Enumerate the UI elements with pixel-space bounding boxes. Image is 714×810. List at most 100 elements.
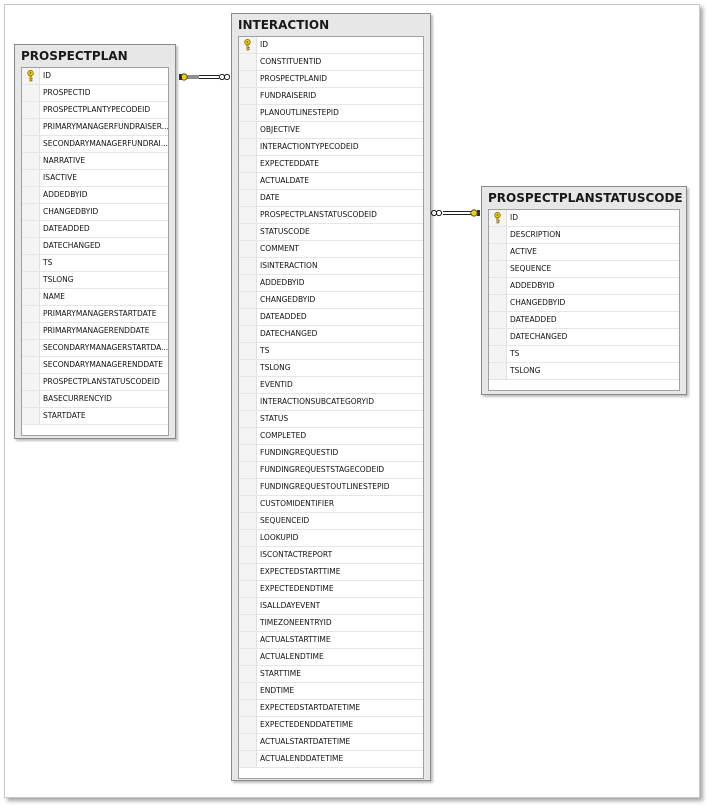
- row-selector: [239, 445, 257, 461]
- column-row[interactable]: SECONDARYMANAGERENDDATE: [22, 357, 168, 374]
- column-row[interactable]: ACTUALDATE: [239, 173, 423, 190]
- column-row[interactable]: DESCRIPTION: [489, 227, 679, 244]
- column-row[interactable]: EXPECTEDENDDATETIME: [239, 717, 423, 734]
- row-selector: [239, 122, 257, 138]
- column-name: NARRATIVE: [43, 156, 86, 165]
- column-row[interactable]: ID: [239, 37, 423, 54]
- column-name: EXPECTEDSTARTDATETIME: [260, 703, 361, 712]
- column-row[interactable]: NAME: [22, 289, 168, 306]
- row-selector: [239, 326, 257, 342]
- column-row[interactable]: DATEADDED: [489, 312, 679, 329]
- column-row[interactable]: EVENTID: [239, 377, 423, 394]
- column-row[interactable]: ISINTERACTION: [239, 258, 423, 275]
- column-row[interactable]: PRIMARYMANAGERSTARTDATE: [22, 306, 168, 323]
- column-row[interactable]: TSLONG: [239, 360, 423, 377]
- column-row[interactable]: TS: [239, 343, 423, 360]
- column-row[interactable]: ID: [22, 68, 168, 85]
- column-row[interactable]: INTERACTIONTYPECODEID: [239, 139, 423, 156]
- table-interaction[interactable]: INTERACTION ID CONSTITUENTID PROSPECTPLANI…: [231, 13, 431, 781]
- table-prospectplanstatuscode[interactable]: PROSPECTPLANSTATUSCODE ID DESCRIPTION ACTI…: [481, 186, 687, 395]
- column-name: PROSPECTPLANSTATUSCODEID: [43, 377, 160, 386]
- column-row[interactable]: PROSPECTPLANSTATUSCODEID: [239, 207, 423, 224]
- column-row[interactable]: CHANGEDBYID: [22, 204, 168, 221]
- column-row[interactable]: ACTUALSTARTDATETIME: [239, 734, 423, 751]
- column-name: SEQUENCE: [510, 264, 552, 273]
- column-row[interactable]: STATUS: [239, 411, 423, 428]
- column-row[interactable]: ADDEDBYID: [489, 278, 679, 295]
- column-row[interactable]: CONSTITUENTID: [239, 54, 423, 71]
- column-row[interactable]: COMPLETED: [239, 428, 423, 445]
- column-row[interactable]: EXPECTEDSTARTTIME: [239, 564, 423, 581]
- column-row[interactable]: TIMEZONEENTRYID: [239, 615, 423, 632]
- row-selector: [489, 295, 507, 311]
- column-row[interactable]: ENDTIME: [239, 683, 423, 700]
- column-row[interactable]: PROSPECTPLANTYPECODEID: [22, 102, 168, 119]
- column-row[interactable]: EXPECTEDSTARTDATETIME: [239, 700, 423, 717]
- row-selector: [22, 85, 40, 101]
- column-name: PRIMARYMANAGERFUNDRAISER...: [43, 122, 169, 131]
- relationship-prospectplan-interaction[interactable]: [179, 73, 231, 81]
- column-row[interactable]: ADDEDBYID: [239, 275, 423, 292]
- column-row[interactable]: PROSPECTPLANSTATUSCODEID: [22, 374, 168, 391]
- column-row[interactable]: TS: [489, 346, 679, 363]
- column-row[interactable]: EXPECTEDENDTIME: [239, 581, 423, 598]
- column-row[interactable]: SECONDARYMANAGERFUNDRAI...: [22, 136, 168, 153]
- column-name: TSLONG: [510, 366, 541, 375]
- column-row[interactable]: DATEADDED: [239, 309, 423, 326]
- column-row[interactable]: TSLONG: [22, 272, 168, 289]
- column-row[interactable]: PRIMARYMANAGERFUNDRAISER...: [22, 119, 169, 136]
- row-selector: [239, 241, 257, 257]
- relationship-prospectplanstatuscode-interaction[interactable]: [430, 209, 480, 217]
- row-selector: [239, 173, 257, 189]
- column-row[interactable]: PLANOUTLINESTEPID: [239, 105, 423, 122]
- column-row[interactable]: STATUSCODE: [239, 224, 423, 241]
- column-row[interactable]: ACTUALSTARTTIME: [239, 632, 423, 649]
- column-row[interactable]: FUNDINGREQUESTOUTLINESTEPID: [239, 479, 423, 496]
- column-row[interactable]: ACTUALENDDATETIME: [239, 751, 423, 768]
- column-row[interactable]: CUSTOMIDENTIFIER: [239, 496, 423, 513]
- column-row[interactable]: PROSPECTID: [22, 85, 168, 102]
- primary-key-icon: [27, 70, 34, 82]
- row-selector: [239, 700, 257, 716]
- column-row[interactable]: LOOKUPID: [239, 530, 423, 547]
- column-row[interactable]: DATEADDED: [22, 221, 168, 238]
- column-row[interactable]: TS: [22, 255, 168, 272]
- column-row[interactable]: INTERACTIONSUBCATEGORYID: [239, 394, 423, 411]
- column-row[interactable]: STARTDATE: [22, 408, 168, 425]
- column-row[interactable]: COMMENT: [239, 241, 423, 258]
- column-row[interactable]: ISCONTACTREPORT: [239, 547, 423, 564]
- column-name: ACTUALDATE: [260, 176, 310, 185]
- column-row[interactable]: NARRATIVE: [22, 153, 168, 170]
- column-name: ADDEDBYID: [43, 190, 88, 199]
- column-row[interactable]: ID: [489, 210, 679, 227]
- column-row[interactable]: CHANGEDBYID: [489, 295, 679, 312]
- column-row[interactable]: SECONDARYMANAGERSTARTDA...: [22, 340, 168, 357]
- column-row[interactable]: PROSPECTPLANID: [239, 71, 423, 88]
- column-name: ACTUALSTARTTIME: [260, 635, 331, 644]
- column-row[interactable]: FUNDRAISERID: [239, 88, 423, 105]
- column-row[interactable]: ISACTIVE: [22, 170, 168, 187]
- column-row[interactable]: ACTUALENDTIME: [239, 649, 423, 666]
- column-name: NAME: [43, 292, 65, 301]
- column-row[interactable]: EXPECTEDDATE: [239, 156, 423, 173]
- column-row[interactable]: PRIMARYMANAGERENDDATE: [22, 323, 168, 340]
- column-row[interactable]: STARTTIME: [239, 666, 423, 683]
- column-row[interactable]: DATE: [239, 190, 423, 207]
- column-row[interactable]: ISALLDAYEVENT: [239, 598, 423, 615]
- column-row[interactable]: DATECHANGED: [489, 329, 679, 346]
- column-row[interactable]: SEQUENCE: [489, 261, 679, 278]
- column-row[interactable]: ADDEDBYID: [22, 187, 168, 204]
- table-prospectplan[interactable]: PROSPECTPLAN ID PROSPECTID PROSPECTPLANTYP…: [14, 44, 176, 439]
- column-row[interactable]: OBJECTIVE: [239, 122, 423, 139]
- column-row[interactable]: DATECHANGED: [22, 238, 168, 255]
- row-selector: [22, 391, 40, 407]
- column-row[interactable]: CHANGEDBYID: [239, 292, 423, 309]
- column-row[interactable]: FUNDINGREQUESTID: [239, 445, 423, 462]
- column-name: DESCRIPTION: [510, 230, 561, 239]
- column-row[interactable]: ACTIVE: [489, 244, 679, 261]
- column-row[interactable]: SEQUENCEID: [239, 513, 423, 530]
- column-row[interactable]: FUNDINGREQUESTSTAGECODEID: [239, 462, 423, 479]
- column-row[interactable]: BASECURRENCYID: [22, 391, 168, 408]
- column-row[interactable]: DATECHANGED: [239, 326, 423, 343]
- column-row[interactable]: TSLONG: [489, 363, 679, 380]
